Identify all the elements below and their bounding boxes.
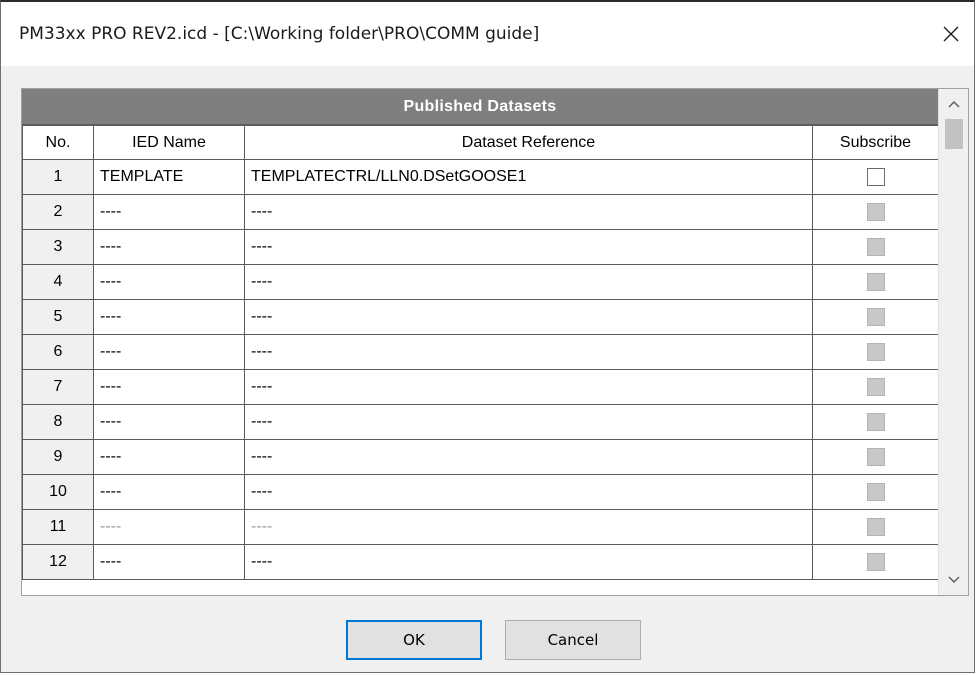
- dataset-reference-cell: ----: [244, 439, 813, 475]
- chevron-down-icon: [948, 576, 960, 584]
- subscribe-checkbox: [866, 377, 885, 396]
- table-row[interactable]: 10 ---- ----: [22, 474, 938, 510]
- ied-name-cell: ----: [93, 474, 245, 510]
- scroll-thumb[interactable]: [945, 119, 963, 149]
- column-header-ied-name[interactable]: IED Name: [93, 125, 245, 160]
- vertical-scrollbar[interactable]: [938, 89, 968, 595]
- subscribe-cell: [812, 229, 938, 265]
- ied-name-cell: ----: [93, 509, 245, 545]
- subscribe-cell: [812, 194, 938, 230]
- dataset-reference-cell: ----: [244, 474, 813, 510]
- table-row[interactable]: 5 ---- ----: [22, 299, 938, 335]
- table-row[interactable]: 12 ---- ----: [22, 544, 938, 580]
- table-caption: Published Datasets: [22, 89, 938, 125]
- table-row[interactable]: 11 ---- ----: [22, 509, 938, 545]
- scroll-down-button[interactable]: [939, 565, 968, 595]
- table-row[interactable]: 2 ---- ----: [22, 194, 938, 230]
- row-number: 12: [22, 544, 94, 580]
- row-number: 2: [22, 194, 94, 230]
- subscribe-checkbox: [866, 272, 885, 291]
- ied-name-cell: ----: [93, 194, 245, 230]
- ied-name-cell: ----: [93, 299, 245, 335]
- subscribe-checkbox[interactable]: [866, 167, 885, 186]
- subscribe-cell: [812, 404, 938, 440]
- row-number: 8: [22, 404, 94, 440]
- dataset-reference-cell: ----: [244, 509, 813, 545]
- published-datasets-table: Published Datasets No. IED Name Dataset …: [21, 88, 969, 596]
- table-row[interactable]: 8 ---- ----: [22, 404, 938, 440]
- row-number: 5: [22, 299, 94, 335]
- column-header-dataset-reference[interactable]: Dataset Reference: [244, 125, 813, 160]
- ied-name-cell: ----: [93, 229, 245, 265]
- dataset-reference-cell: ----: [244, 544, 813, 580]
- ied-name-cell: ----: [93, 334, 245, 370]
- subscribe-cell: [812, 474, 938, 510]
- dataset-reference-cell: ----: [244, 229, 813, 265]
- close-icon: [943, 26, 959, 42]
- ok-button[interactable]: OK: [346, 620, 482, 660]
- subscribe-cell: [812, 159, 938, 195]
- subscribe-checkbox: [866, 447, 885, 466]
- subscribe-checkbox: [866, 202, 885, 221]
- subscribe-checkbox: [866, 307, 885, 326]
- subscribe-checkbox: [866, 342, 885, 361]
- table-row[interactable]: 3 ---- ----: [22, 229, 938, 265]
- subscribe-checkbox: [866, 552, 885, 571]
- dataset-reference-cell: ----: [244, 334, 813, 370]
- cancel-button[interactable]: Cancel: [505, 620, 641, 660]
- row-number: 6: [22, 334, 94, 370]
- window-title: PM33xx PRO REV2.icd - [C:\Working folder…: [19, 24, 540, 44]
- subscribe-cell: [812, 299, 938, 335]
- close-button[interactable]: [928, 2, 974, 66]
- dialog-window: PM33xx PRO REV2.icd - [C:\Working folder…: [0, 0, 975, 673]
- ied-name-cell: ----: [93, 439, 245, 475]
- dataset-reference-cell: ----: [244, 264, 813, 300]
- row-number: 4: [22, 264, 94, 300]
- subscribe-cell: [812, 334, 938, 370]
- scroll-up-button[interactable]: [939, 89, 968, 119]
- table-row[interactable]: 4 ---- ----: [22, 264, 938, 300]
- subscribe-checkbox: [866, 482, 885, 501]
- dataset-reference-cell: TEMPLATECTRL/LLN0.DSetGOOSE1: [244, 159, 813, 195]
- subscribe-cell: [812, 509, 938, 545]
- header-row: No. IED Name Dataset Reference Subscribe: [22, 125, 938, 160]
- grid-area: Published Datasets No. IED Name Dataset …: [22, 89, 938, 595]
- dataset-reference-cell: ----: [244, 194, 813, 230]
- chevron-up-icon: [948, 100, 960, 108]
- ied-name-cell: ----: [93, 369, 245, 405]
- ied-name-cell: ----: [93, 544, 245, 580]
- row-number: 11: [22, 509, 94, 545]
- row-number: 10: [22, 474, 94, 510]
- subscribe-checkbox: [866, 412, 885, 431]
- subscribe-checkbox: [866, 517, 885, 536]
- table-row[interactable]: 9 ---- ----: [22, 439, 938, 475]
- column-header-no[interactable]: No.: [22, 125, 94, 160]
- ied-name-cell: TEMPLATE: [93, 159, 245, 195]
- dataset-reference-cell: ----: [244, 369, 813, 405]
- subscribe-cell: [812, 369, 938, 405]
- table-row[interactable]: 6 ---- ----: [22, 334, 938, 370]
- dataset-reference-cell: ----: [244, 404, 813, 440]
- row-number: 3: [22, 229, 94, 265]
- datasets-grid: No. IED Name Dataset Reference Subscribe…: [22, 125, 938, 580]
- row-number: 1: [22, 159, 94, 195]
- row-number: 7: [22, 369, 94, 405]
- title-bar: PM33xx PRO REV2.icd - [C:\Working folder…: [1, 2, 974, 66]
- ied-name-cell: ----: [93, 404, 245, 440]
- ied-name-cell: ----: [93, 264, 245, 300]
- row-number: 9: [22, 439, 94, 475]
- table-row[interactable]: 7 ---- ----: [22, 369, 938, 405]
- subscribe-checkbox: [866, 237, 885, 256]
- subscribe-cell: [812, 439, 938, 475]
- subscribe-cell: [812, 544, 938, 580]
- dataset-reference-cell: ----: [244, 299, 813, 335]
- subscribe-cell: [812, 264, 938, 300]
- table-row[interactable]: 1 TEMPLATE TEMPLATECTRL/LLN0.DSetGOOSE1: [22, 159, 938, 195]
- column-header-subscribe[interactable]: Subscribe: [812, 125, 938, 160]
